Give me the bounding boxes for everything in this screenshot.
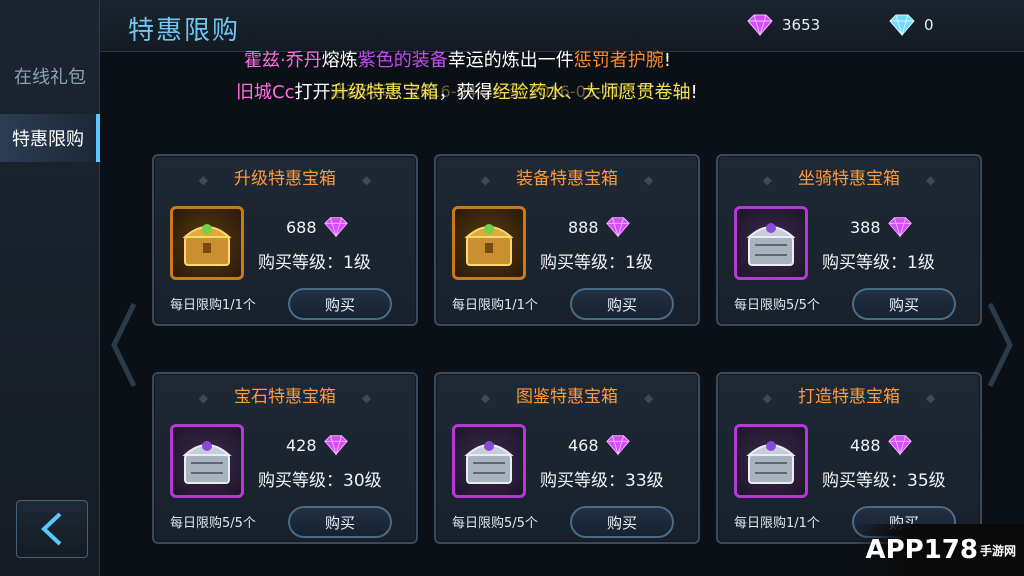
chest-thumbnail — [170, 424, 244, 498]
buy-button[interactable]: 购买 — [852, 288, 956, 320]
blue-diamond-counter: 0 — [888, 14, 934, 36]
silver-chest-icon — [464, 441, 514, 484]
tab-special-offer-label: 特惠限购 — [12, 129, 84, 150]
purple-diamond-icon — [605, 435, 630, 456]
watermark-text: APP178 — [865, 535, 978, 565]
price: 888 — [568, 216, 631, 238]
purple-diamond-icon — [887, 217, 912, 238]
tab-special-offer[interactable]: 特惠限购 — [0, 114, 100, 162]
chest-thumbnail — [452, 424, 526, 498]
chest-thumbnail — [452, 206, 526, 280]
price-value: 388 — [850, 217, 881, 237]
item-2: 惩罚者护腕 — [573, 50, 664, 71]
chest-thumbnail — [734, 424, 808, 498]
buy-button[interactable]: 购买 — [288, 506, 392, 538]
daily-limit: 每日限购1/1个 — [170, 298, 256, 313]
price: 488 — [850, 434, 913, 456]
price-value: 888 — [568, 217, 599, 237]
purple-diamond-icon — [747, 14, 773, 36]
price: 428 — [286, 434, 349, 456]
purple-diamond-icon — [605, 217, 630, 238]
purple-diamond-count: 3653 — [782, 16, 821, 34]
card-title: 宝石特惠宝箱 — [154, 382, 416, 407]
required-level: 购买等级：35级 — [822, 471, 946, 491]
text-1: 幸运的炼出一件 — [447, 50, 574, 71]
required-level: 购买等级：33级 — [540, 471, 664, 491]
verb-1: 熔炼 — [321, 50, 358, 71]
next-page-arrow-icon[interactable] — [986, 300, 1016, 390]
buy-button[interactable]: 购买 — [288, 288, 392, 320]
price-value: 488 — [850, 435, 881, 455]
blue-diamond-icon — [889, 14, 915, 36]
purple-diamond-counter: 3653 — [746, 14, 820, 36]
prev-page-arrow-icon[interactable] — [108, 300, 138, 390]
end-2: ! — [690, 82, 698, 103]
daily-limit: 每日限购5/5个 — [170, 516, 256, 531]
player-name-1: 霍兹·乔丹 — [244, 50, 322, 71]
offer-card: 装备特惠宝箱 888 购买等级：1级每日限购1/1个 购买 — [434, 154, 700, 326]
price-value: 428 — [286, 435, 317, 455]
daily-limit: 每日限购1/1个 — [452, 298, 538, 313]
offer-card: 图鉴特惠宝箱 468 购买等级：33级每日限购5/5个 购买 — [434, 372, 700, 544]
daily-limit: 每日限购5/5个 — [734, 298, 820, 313]
blue-diamond-count: 0 — [924, 16, 934, 34]
purple-diamond-icon — [323, 435, 348, 456]
required-level: 购买等级：1级 — [822, 253, 935, 273]
page-title: 特惠限购 — [128, 16, 241, 46]
broadcast-line-2: 旧城Cc打开升级特惠宝箱，获得经验药水、大师愿贯卷轴! — [236, 78, 698, 104]
top-header: 特惠限购 3653 0 — [100, 0, 1024, 52]
tab-online-gift[interactable]: 在线礼包 — [0, 52, 100, 100]
price: 688 — [286, 216, 349, 238]
buy-button[interactable]: 购买 — [570, 288, 674, 320]
required-level: 购买等级：1级 — [540, 253, 653, 273]
daily-limit: 每日限购5/5个 — [452, 516, 538, 531]
text-2: ，获得 — [438, 82, 493, 103]
sidebar: 在线礼包 特惠限购 — [0, 0, 100, 576]
silver-chest-icon — [746, 441, 796, 484]
card-title: 装备特惠宝箱 — [436, 164, 698, 189]
price: 468 — [568, 434, 631, 456]
price: 388 — [850, 216, 913, 238]
offer-card: 宝石特惠宝箱 428 购买等级：30级每日限购5/5个 购买 — [152, 372, 418, 544]
buy-button[interactable]: 购买 — [570, 506, 674, 538]
chevron-left-icon — [41, 512, 62, 546]
purple-diamond-icon — [887, 435, 912, 456]
box-name: 升级特惠宝箱 — [330, 82, 439, 103]
card-title: 坐骑特惠宝箱 — [718, 164, 980, 189]
back-button[interactable] — [16, 500, 88, 558]
offer-card: 坐骑特惠宝箱 388 购买等级：1级每日限购5/5个 购买 — [716, 154, 982, 326]
card-title: 打造特惠宝箱 — [718, 382, 980, 407]
card-title: 升级特惠宝箱 — [154, 164, 416, 189]
gold-chest-icon — [182, 224, 232, 266]
reward: 经验药水、大师愿贯卷轴 — [492, 82, 691, 103]
watermark-sub: 手游网 — [979, 543, 1016, 558]
verb-2: 打开 — [294, 82, 331, 103]
chest-thumbnail — [734, 206, 808, 280]
price-value: 688 — [286, 217, 317, 237]
required-level: 购买等级：30级 — [258, 471, 382, 491]
broadcast-line-1: 霍兹·乔丹熔炼紫色的装备幸运的炼出一件惩罚者护腕! — [244, 46, 671, 72]
card-title: 图鉴特惠宝箱 — [436, 382, 698, 407]
silver-chest-icon — [746, 223, 796, 266]
watermark-logo: APP178 手游网 — [854, 524, 1024, 576]
daily-limit: 每日限购1/1个 — [734, 516, 820, 531]
gold-chest-icon — [464, 224, 514, 266]
end-1: ! — [663, 50, 671, 71]
price-value: 468 — [568, 435, 599, 455]
player-name-2: 旧城Cc — [236, 82, 295, 103]
offer-card: 升级特惠宝箱 688 购买等级：1级每日限购1/1个 购买 — [152, 154, 418, 326]
required-level: 购买等级：1级 — [258, 253, 371, 273]
tab-online-gift-label: 在线礼包 — [14, 67, 86, 88]
purple-diamond-icon — [323, 217, 348, 238]
item-1: 紫色的装备 — [357, 50, 448, 71]
offer-card: 打造特惠宝箱488购买等级：35级每日限购1/1个购买 — [716, 372, 982, 544]
chest-thumbnail — [170, 206, 244, 280]
silver-chest-icon — [182, 441, 232, 484]
